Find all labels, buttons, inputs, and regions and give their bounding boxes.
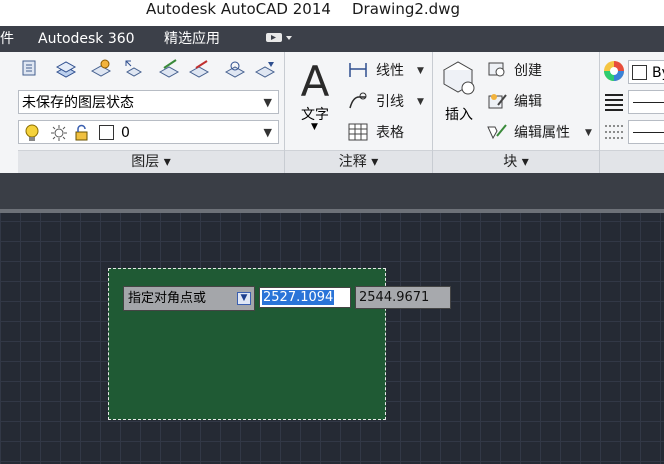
edit-attributes-icon	[487, 124, 507, 140]
chevron-down-icon: ▼	[311, 122, 318, 132]
layer-icon	[90, 59, 112, 77]
line-sample	[633, 102, 664, 103]
layer-properties-button[interactable]	[18, 56, 44, 82]
leader-label: 引线	[376, 94, 404, 110]
lineweight-combo[interactable]	[628, 90, 664, 114]
text-button[interactable]: A 文字 ▼	[294, 56, 336, 146]
line-sample	[633, 132, 664, 133]
color-swatch-icon	[632, 65, 647, 80]
app-title: Autodesk AutoCAD 2014	[146, 0, 331, 18]
annotation-panel-title[interactable]: 注释 ▾	[285, 150, 432, 173]
create-label: 创建	[514, 63, 542, 79]
dimension-icon	[349, 63, 367, 77]
x-coordinate-value: 2527.1094	[262, 290, 335, 305]
file-tab-bar	[0, 173, 664, 209]
menu-item-autodesk360[interactable]: Autodesk 360	[38, 30, 135, 48]
chevron-down-icon: ▾	[521, 154, 529, 170]
table-button[interactable]: 表格	[347, 122, 427, 144]
layer-icon	[55, 61, 77, 78]
layer-tool-button[interactable]	[88, 56, 114, 82]
table-icon	[348, 123, 368, 141]
leader-icon	[349, 92, 367, 109]
layer-tool-button[interactable]	[156, 56, 182, 82]
chevron-down-icon: ▼	[263, 126, 272, 139]
lineweight-icon[interactable]	[604, 92, 624, 112]
edit-attributes-button[interactable]: 编辑属性 ▼	[486, 122, 594, 144]
annotation-panel-label: 注释	[338, 154, 367, 170]
down-arrow-icon[interactable]: ▼	[237, 292, 251, 305]
insert-block-icon	[442, 61, 475, 95]
chevron-down-icon: ▼	[417, 97, 424, 107]
table-label: 表格	[376, 125, 404, 141]
insert-label: 插入	[445, 107, 473, 123]
edit-attributes-label: 编辑属性	[514, 125, 570, 141]
file-title: Drawing2.dwg	[352, 0, 460, 18]
linear-dimension-button[interactable]: 线性 ▼	[347, 60, 427, 82]
video-icon	[266, 33, 292, 42]
chevron-down-icon: ▼	[417, 66, 424, 76]
layer-icon	[125, 60, 143, 77]
text-button-label: 文字	[301, 107, 329, 123]
linetype-icon[interactable]	[604, 122, 624, 142]
layer-icon	[224, 61, 246, 78]
leader-button[interactable]: 引线 ▼	[347, 91, 427, 113]
lightbulb-icon	[25, 124, 39, 141]
create-block-button[interactable]: 创建	[486, 60, 566, 82]
properties-panel-title[interactable]	[600, 150, 664, 173]
create-block-icon	[488, 62, 505, 77]
edit-label: 编辑	[514, 94, 542, 110]
dynamic-input-prompt: 指定对角点或 ▼	[123, 286, 255, 311]
layer-tool-button[interactable]	[120, 56, 146, 82]
layer-states-button[interactable]	[53, 56, 79, 82]
linear-label: 线性	[376, 63, 404, 79]
bylayer-text: By	[652, 65, 664, 81]
layers-panel-title[interactable]: 图层 ▾	[18, 150, 284, 173]
ribbon: 未保存的图层状态 ▼ 0 ▼ 图层 ▾ A 文字 ▼ 线性 ▼ 引线 ▼ 表格 …	[0, 52, 664, 174]
color-swatch-icon	[99, 125, 114, 140]
layer-icon	[22, 60, 36, 76]
color-combo[interactable]: By	[628, 60, 664, 84]
layer-icon	[158, 59, 180, 78]
layer-icon	[188, 60, 210, 78]
edit-block-button[interactable]: 编辑	[486, 91, 566, 113]
svg-text:A: A	[301, 57, 330, 100]
layer-combo[interactable]: 0 ▼	[18, 120, 279, 144]
y-coordinate-input[interactable]: 2544.9671	[355, 286, 451, 309]
prompt-text: 指定对角点或	[128, 291, 207, 306]
text-A-icon: A	[301, 57, 330, 106]
menu-item-featured-apps[interactable]: 精选应用	[164, 30, 220, 48]
y-coordinate-value: 2544.9671	[359, 290, 430, 305]
chevron-down-icon: ▼	[585, 128, 592, 138]
layer-tool-button[interactable]	[186, 56, 212, 82]
layer-icon	[254, 62, 276, 78]
current-layer-name: 0	[121, 125, 130, 141]
menu-extra-button[interactable]	[264, 30, 294, 51]
chevron-down-icon: ▼	[263, 96, 272, 109]
block-panel-label: 块	[503, 154, 518, 170]
edit-block-icon	[488, 94, 507, 109]
block-panel-title[interactable]: 块 ▾	[433, 150, 599, 173]
x-coordinate-input[interactable]: 2527.1094	[259, 287, 351, 308]
layers-panel-label: 图层	[131, 154, 160, 170]
linetype-combo[interactable]	[628, 120, 664, 144]
layer-state-combo[interactable]: 未保存的图层状态 ▼	[18, 90, 279, 114]
chevron-down-icon: ▾	[371, 154, 379, 170]
layer-state-value: 未保存的图层状态	[22, 95, 134, 111]
title-bar: Autodesk AutoCAD 2014 Drawing2.dwg	[0, 0, 664, 26]
insert-block-button[interactable]: 插入	[438, 56, 480, 146]
menu-bar: 件 Autodesk 360 精选应用	[0, 26, 664, 52]
chevron-down-icon: ▾	[163, 154, 171, 170]
layer-tool-button[interactable]	[222, 56, 248, 82]
layer-tool-button[interactable]	[252, 56, 278, 82]
sun-icon	[51, 125, 67, 141]
menu-item-file[interactable]: 件	[0, 30, 14, 48]
lock-icon	[75, 124, 88, 141]
color-wheel-icon[interactable]	[603, 60, 625, 82]
